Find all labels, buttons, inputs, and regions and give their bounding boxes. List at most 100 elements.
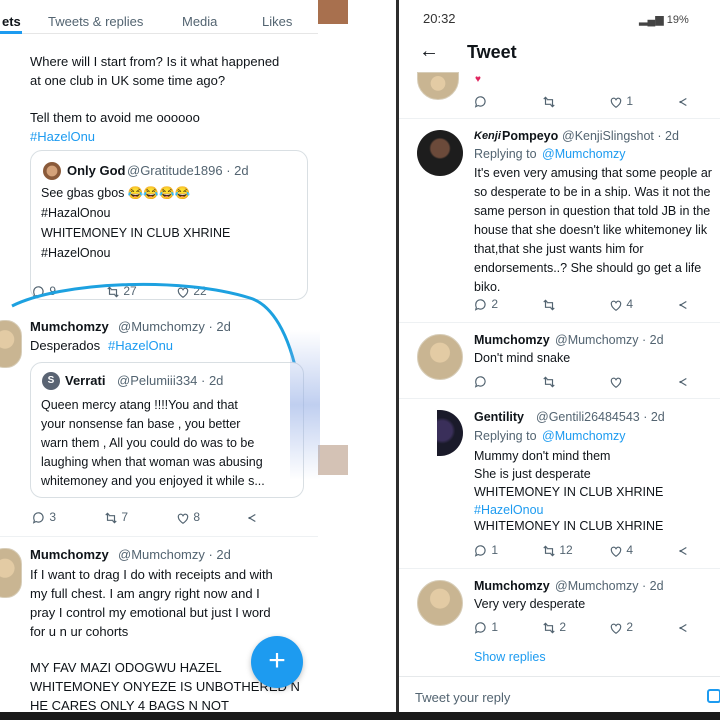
- reply-input[interactable]: Tweet your reply: [415, 689, 510, 707]
- hashtag-link[interactable]: #HazelOnu: [30, 127, 95, 146]
- tweet-text-line: for u n ur cohorts: [30, 624, 129, 639]
- quote-text-line: your nonsense fan base , you better: [41, 417, 241, 431]
- tweet-text-line: WHITEMONEY IN CLUB XHRINE: [474, 485, 664, 499]
- avatar[interactable]: [437, 410, 463, 456]
- heart-icon: [610, 546, 622, 557]
- bottom-border: [0, 712, 720, 720]
- reply-count: 3: [49, 510, 57, 524]
- reply-button[interactable]: 1: [474, 543, 498, 558]
- tweet-author-name[interactable]: Gentility: [474, 408, 524, 426]
- avatar[interactable]: [0, 320, 22, 368]
- retweet-button[interactable]: 2: [542, 620, 566, 635]
- replying-to-handle[interactable]: @Mumchomzy: [542, 427, 626, 445]
- reply-button[interactable]: 2: [474, 297, 498, 312]
- retweet-button[interactable]: [542, 94, 556, 109]
- battery-level: 19%: [666, 14, 689, 26]
- tweet-author-handle: @Mumchomzy · 2d: [555, 579, 664, 593]
- retweet-button[interactable]: 7: [104, 510, 128, 525]
- share-button[interactable]: [677, 374, 691, 389]
- image-icon[interactable]: [707, 689, 720, 703]
- reply-button[interactable]: [474, 374, 488, 389]
- like-count: 8: [193, 510, 201, 524]
- avatar[interactable]: [417, 580, 463, 626]
- tab-tweets[interactable]: ets: [2, 14, 21, 29]
- retweet-icon: [105, 512, 117, 524]
- retweet-icon: [543, 376, 555, 388]
- clock: 20:32: [423, 11, 456, 26]
- share-button[interactable]: [677, 94, 691, 109]
- retweet-count: 7: [121, 510, 129, 524]
- avatar: [43, 162, 61, 180]
- divider: [399, 568, 720, 569]
- quote-text-line: WHITEMONEY IN CLUB XHRINE: [41, 226, 231, 240]
- compose-tweet-button[interactable]: +: [251, 636, 303, 688]
- hashtag-link[interactable]: #HazelOnu: [108, 336, 173, 355]
- show-replies-link[interactable]: Show replies: [474, 648, 546, 666]
- tweet-text-line: biko.: [474, 280, 501, 294]
- quote-author-name: Only God: [67, 163, 126, 178]
- avatar[interactable]: [417, 72, 459, 100]
- like-button[interactable]: [609, 374, 623, 389]
- tweet-text-line: that,that she just wants him for: [474, 242, 644, 256]
- like-count: 2: [626, 620, 634, 634]
- reply-button[interactable]: 1: [474, 620, 498, 635]
- tweet-text-line: same person in question that told JB in …: [474, 204, 711, 218]
- avatar[interactable]: [417, 130, 463, 176]
- reply-button[interactable]: [474, 94, 488, 109]
- right-screenshot-panel: 20:32 ▂▄▆ 19% ← Tweet ♥ 1 Kenji Pompeyo …: [396, 0, 720, 720]
- retweet-icon: [543, 545, 555, 557]
- like-button[interactable]: 4: [609, 543, 633, 558]
- like-button[interactable]: 8: [176, 510, 200, 525]
- quote-text-line: #HazalOnou: [41, 206, 111, 220]
- like-button[interactable]: 1: [609, 94, 633, 109]
- tab-media[interactable]: Media: [182, 14, 217, 29]
- glare-patch: [290, 330, 320, 480]
- quote-text-line: Queen mercy atang !!!!You and that: [41, 398, 238, 412]
- tweet-author-name[interactable]: Mumchomzy: [30, 545, 109, 564]
- tweet-author-handle: @Mumchomzy · 2d: [118, 547, 231, 562]
- signal-icon: ▂▄▆: [639, 14, 664, 26]
- divider: [399, 398, 720, 399]
- share-button[interactable]: [246, 510, 260, 525]
- share-icon: [679, 97, 687, 106]
- tweet-author-name[interactable]: Mumchomzy: [30, 317, 109, 336]
- tweet-author-name[interactable]: Pompeyo: [502, 127, 558, 145]
- tweet-text-line: Mummy don't mind them: [474, 449, 611, 463]
- tab-likes[interactable]: Likes: [262, 14, 292, 29]
- reply-button[interactable]: 3: [32, 510, 56, 525]
- tweet-text-line: Tell them to avoid me oooooo: [30, 110, 200, 125]
- tab-tweets-replies[interactable]: Tweets & replies: [48, 14, 143, 29]
- quote-text-line: See gbas gbos 😂😂😂😂: [41, 186, 191, 200]
- left-screenshot-panel: ets Tweets & replies Media Likes Where w…: [0, 0, 318, 720]
- tweet-author-handle: @Mumchomzy · 2d: [555, 333, 664, 347]
- heart-icon: [610, 300, 622, 311]
- tweet-author-name[interactable]: Mumchomzy: [474, 331, 550, 349]
- share-button[interactable]: [677, 543, 691, 558]
- share-button[interactable]: [677, 620, 691, 635]
- quoted-tweet[interactable]: S Verrati @Pelumiii334 · 2d Queen mercy …: [30, 362, 304, 498]
- tweet-text-line: pray I control my emotional but just I w…: [30, 605, 271, 620]
- retweet-button[interactable]: [542, 374, 556, 389]
- reply-icon: [474, 376, 486, 388]
- heart-icon: [610, 97, 622, 108]
- reply-icon: [474, 545, 486, 557]
- replying-to-handle[interactable]: @Mumchomzy: [542, 145, 626, 163]
- quote-author-handle: @Gratitude1896 · 2d: [127, 163, 249, 178]
- like-button[interactable]: 4: [609, 297, 633, 312]
- retweet-button[interactable]: [542, 297, 556, 312]
- share-button[interactable]: [677, 297, 691, 312]
- back-arrow-icon[interactable]: ←: [419, 41, 439, 61]
- quote-text-line: laughing when that woman was abusing: [41, 455, 263, 469]
- retweet-button[interactable]: 12: [542, 543, 573, 558]
- tweet-text-line: It's even very amusing that some people …: [474, 166, 712, 180]
- like-button[interactable]: 2: [609, 620, 633, 635]
- like-count: 1: [626, 94, 634, 108]
- tweet-text-line: Don't mind snake: [474, 351, 571, 365]
- avatar[interactable]: [417, 334, 463, 380]
- share-icon: [248, 513, 256, 522]
- page-title: Tweet: [467, 42, 517, 62]
- avatar[interactable]: [0, 548, 22, 598]
- tweet-author-name[interactable]: Mumchomzy: [474, 577, 550, 595]
- tweet-text-line: WHITEMONEY IN CLUB XHRINE: [474, 519, 664, 533]
- background-patch: [318, 445, 348, 475]
